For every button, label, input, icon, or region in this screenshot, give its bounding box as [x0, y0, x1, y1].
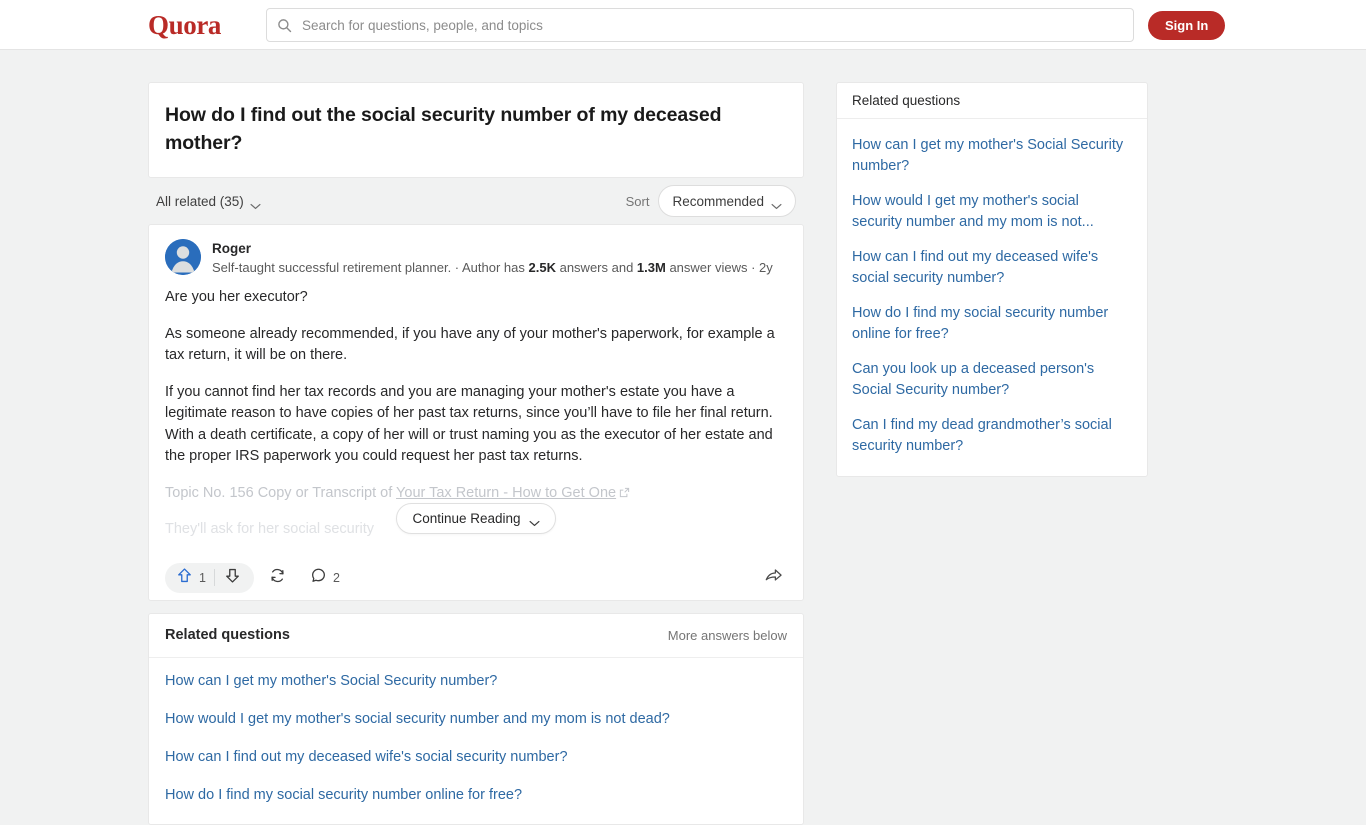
related-questions-card: Related questions More answers below How…	[148, 612, 804, 825]
sidebar-title: Related questions	[852, 93, 961, 108]
sort-label: Sort	[625, 193, 650, 209]
answer-topic-line: Topic No. 156 Copy or Transcript of Your…	[165, 483, 787, 505]
comment-icon	[310, 567, 327, 589]
sidebar-question-link[interactable]: Can I find my dead grandmother’s social …	[852, 408, 1132, 464]
answers-count: 2.5K	[528, 260, 556, 275]
chevron-down-icon	[250, 198, 261, 209]
related-questions-list: How can I get my mother's Social Securit…	[149, 658, 803, 824]
upvote-button[interactable]: 1	[169, 564, 214, 592]
upvote-count: 1	[199, 570, 206, 585]
related-question-link[interactable]: How can I get my mother's Social Securit…	[165, 662, 787, 700]
answer-paragraph: As someone already recommended, if you h…	[165, 325, 775, 364]
share-icon	[764, 568, 783, 588]
chevron-down-icon	[529, 515, 540, 527]
action-buttons-left: 1 2	[165, 562, 349, 593]
sort-value: Recommended	[672, 193, 764, 209]
search-input[interactable]	[300, 9, 1123, 41]
continue-reading-button[interactable]: Continue Reading	[396, 503, 556, 534]
related-questions-header: Related questions More answers below	[149, 614, 803, 658]
credential-prefix: Self-taught successful retirement planne…	[212, 260, 529, 275]
repost-button[interactable]	[260, 563, 295, 593]
site-header: Quora Sign In	[0, 0, 1366, 50]
answer-paragraph: If you cannot find her tax records and y…	[165, 383, 773, 465]
chevron-down-icon	[771, 198, 782, 209]
related-questions-title: Related questions	[165, 627, 290, 643]
search-bar[interactable]	[266, 8, 1134, 42]
author-name[interactable]: Roger	[212, 240, 773, 257]
answer-card: Roger Self-taught successful retirement …	[148, 224, 804, 601]
author-credential: Self-taught successful retirement planne…	[212, 258, 773, 277]
related-question-link[interactable]: How would I get my mother's social secur…	[165, 700, 787, 738]
sidebar-question-link[interactable]: How would I get my mother's social secur…	[852, 184, 1132, 240]
topic-line-prefix: Topic No. 156 Copy or Transcript of	[165, 484, 397, 501]
credential-mid: answers and	[555, 260, 637, 275]
more-answers-below-label: More answers below	[667, 627, 787, 643]
share-button[interactable]	[760, 563, 787, 593]
answer-filter-bar: All related (35) Sort Recommended	[148, 178, 804, 224]
related-question-link[interactable]: How do I find my social security number …	[165, 776, 787, 814]
sidebar-header: Related questions	[837, 83, 1147, 119]
main-column: How do I find out the social security nu…	[148, 82, 804, 825]
avatar[interactable]	[165, 239, 201, 275]
sidebar-question-link[interactable]: How can I get my mother's Social Securit…	[852, 128, 1132, 184]
all-related-dropdown[interactable]: All related (35)	[156, 194, 261, 209]
upvote-icon	[176, 567, 193, 589]
views-count: 1.3M	[636, 260, 666, 275]
author-meta: Roger Self-taught successful retirement …	[212, 239, 773, 277]
tax-return-link[interactable]: Your Tax Return - How to Get One	[396, 485, 616, 501]
continue-reading-label: Continue Reading	[412, 511, 521, 526]
credential-suffix: answer views · 2y	[665, 260, 773, 275]
repost-icon	[269, 567, 286, 589]
related-question-link[interactable]: How can I find out my deceased wife's so…	[165, 738, 787, 776]
search-icon	[277, 18, 292, 33]
vote-pill: 1	[165, 562, 254, 593]
answer-action-bar: 1 2	[149, 556, 803, 600]
comment-count: 2	[332, 570, 340, 585]
sidebar-column: Related questions How can I get my mothe…	[836, 82, 1148, 477]
quora-logo[interactable]: Quora	[148, 9, 221, 41]
downvote-button[interactable]	[215, 564, 250, 592]
sign-in-button[interactable]: Sign In	[1148, 11, 1226, 40]
sort-group: Sort Recommended	[626, 185, 796, 217]
author-row[interactable]: Roger Self-taught successful retirement …	[165, 239, 787, 277]
sidebar-list: How can I get my mother's Social Securit…	[837, 119, 1147, 476]
sidebar-question-link[interactable]: How do I find my social security number …	[852, 296, 1132, 352]
sort-dropdown[interactable]: Recommended	[658, 185, 796, 217]
comment-button[interactable]: 2	[301, 563, 349, 593]
page-title: How do I find out the social security nu…	[165, 104, 722, 154]
question-card: How do I find out the social security nu…	[148, 82, 804, 178]
answer-paragraph: Are you her executor?	[165, 289, 308, 305]
answer-body: Are you her executor? As someone already…	[165, 287, 787, 541]
all-related-label: All related (35)	[156, 193, 244, 209]
sidebar-related-questions-card: Related questions How can I get my mothe…	[836, 82, 1148, 477]
sidebar-question-link[interactable]: How can I find out my deceased wife's so…	[852, 240, 1132, 296]
external-link-icon	[619, 484, 630, 497]
downvote-icon	[224, 567, 241, 589]
sidebar-question-link[interactable]: Can you look up a deceased person's Soci…	[852, 352, 1132, 408]
